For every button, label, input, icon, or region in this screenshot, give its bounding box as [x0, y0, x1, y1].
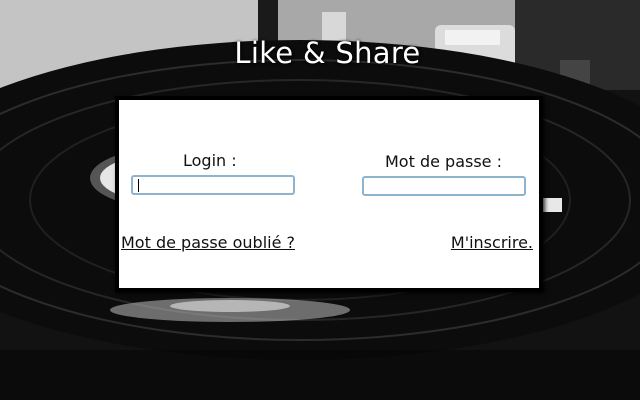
forgot-password-link[interactable]: Mot de passe oublié ? — [121, 233, 295, 252]
login-label: Login : — [183, 151, 237, 170]
password-label: Mot de passe : — [385, 152, 502, 171]
app-screen: Like & Share Login : Mot de passe : Mot … — [0, 0, 640, 400]
text-caret — [138, 179, 139, 192]
password-input[interactable] — [362, 176, 526, 196]
register-link[interactable]: M'inscrire. — [451, 233, 533, 252]
login-panel: Login : Mot de passe : Mot de passe oubl… — [115, 96, 543, 292]
login-input[interactable] — [131, 175, 295, 195]
app-title: Like & Share — [234, 36, 421, 70]
